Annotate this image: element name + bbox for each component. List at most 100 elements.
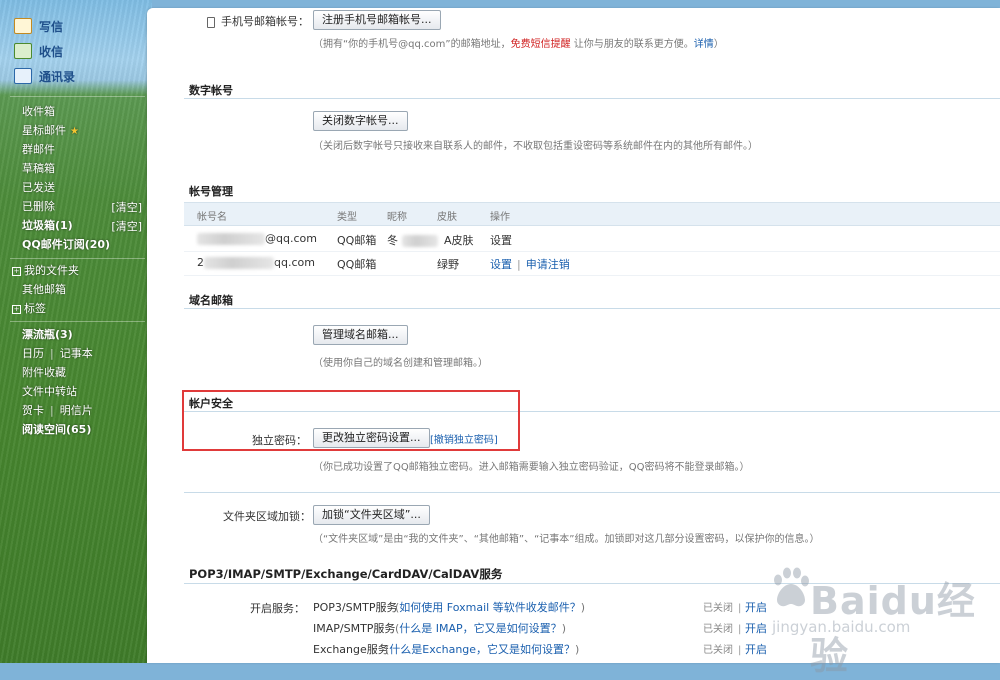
- sidebar-item-label: 星标邮件: [22, 124, 66, 137]
- service-row-pop3: POP3/SMTP服务 (如何使用 Foxmail 等软件收发邮件？) 已关闭 |…: [147, 599, 1000, 615]
- desc-text: 让你与朋友的联系更方便。: [570, 39, 694, 50]
- phone-icon: [207, 16, 215, 28]
- close-digital-account-button[interactable]: 关闭数字帐号...: [313, 111, 408, 131]
- account-suffix: @qq.com: [265, 232, 317, 245]
- sidebar-item-transfer[interactable]: 文件中转站: [22, 384, 77, 400]
- account-settings-link[interactable]: 设置: [490, 258, 512, 271]
- section-divider: [184, 98, 1000, 99]
- account-type: QQ邮箱: [337, 258, 377, 271]
- apply-cancel-link[interactable]: 申请注销: [526, 258, 570, 271]
- table-row: 2 qq.com QQ邮箱 绿野 设置 | 申请注销: [184, 251, 1000, 276]
- separator: |: [738, 624, 742, 635]
- service-row-exchange: Exchange服务 (什么是Exchange，它又是如何设置？) 已关闭 | 开…: [147, 641, 1000, 657]
- account-prefix: 2: [197, 256, 204, 269]
- service-help-link[interactable]: 什么是Exchange，它又是如何设置？: [389, 643, 575, 656]
- section-title-services: POP3/IMAP/SMTP/Exchange/CardDAV/CalDAV服务: [189, 567, 503, 581]
- sidebar-item-bottle[interactable]: 漂流瓶(3): [22, 327, 73, 343]
- redacted-mask: [204, 257, 274, 269]
- service-help: (什么是Exchange，它又是如何设置？): [385, 643, 580, 656]
- section-title-digital: 数字帐号: [189, 84, 233, 97]
- enable-service-link[interactable]: 开启: [745, 620, 767, 636]
- account-type: QQ邮箱: [337, 234, 377, 247]
- enable-service-link[interactable]: 开启: [745, 641, 767, 657]
- sidebar-item-qq-subscribe[interactable]: QQ邮件订阅(20): [22, 237, 110, 253]
- section-title-domain: 域名邮箱: [189, 294, 233, 307]
- enable-service-link[interactable]: 开启: [745, 599, 767, 615]
- sidebar-item-calendar[interactable]: 日历: [22, 347, 44, 360]
- sidebar-item-attachments[interactable]: 附件收藏: [22, 365, 66, 381]
- service-status: 已关闭 |: [703, 620, 746, 635]
- sidebar-item-groups[interactable]: 群邮件: [22, 142, 55, 158]
- phone-email-desc: （拥有“你的手机号@qq.com”的邮箱地址，免费短信提醒 让你与朋友的联系更方…: [313, 35, 724, 50]
- col-header-skin: 皮肤: [437, 212, 457, 223]
- sidebar-divider: [10, 96, 145, 97]
- section-title-account-mgmt: 帐号管理: [189, 185, 233, 198]
- service-help-link[interactable]: 如何使用 Foxmail 等软件收发邮件？: [399, 601, 580, 614]
- service-help: (如何使用 Foxmail 等软件收发邮件？): [395, 601, 585, 614]
- col-header-actions: 操作: [490, 212, 510, 223]
- contacts-label: 通讯录: [39, 69, 76, 84]
- account-skin: 绿野: [437, 258, 459, 271]
- expand-icon: +: [12, 266, 21, 276]
- sidebar-item-postcards[interactable]: 明信片: [60, 404, 93, 417]
- details-link[interactable]: 详情: [694, 39, 714, 50]
- service-help-link[interactable]: 什么是 IMAP，它又是如何设置？: [399, 622, 561, 635]
- account-name: @qq.com: [197, 232, 317, 245]
- sidebar-item-starred[interactable]: 星标邮件 ★: [22, 123, 79, 139]
- sidebar-item-sent[interactable]: 已发送: [22, 180, 55, 196]
- contacts-button[interactable]: 通讯录: [14, 66, 75, 86]
- settings-panel: 手机号邮箱帐号： 注册手机号邮箱帐号... （拥有“你的手机号@qq.com”的…: [147, 8, 1000, 663]
- col-header-nickname: 昵称: [387, 212, 407, 223]
- receive-button[interactable]: 收信: [14, 41, 63, 61]
- sidebar-item-deleted[interactable]: 已删除: [22, 199, 55, 215]
- contacts-icon: [14, 68, 32, 84]
- sidebar-item-notes[interactable]: 记事本: [60, 347, 93, 360]
- service-row-imap: IMAP/SMTP服务 (什么是 IMAP，它又是如何设置？) 已关闭 | 开启: [147, 620, 1000, 636]
- account-name: 2 qq.com: [197, 256, 315, 269]
- sidebar-item-reading[interactable]: 阅读空间(65): [22, 422, 91, 438]
- col-header-account: 帐号名: [197, 212, 227, 223]
- star-icon: ★: [70, 126, 79, 137]
- sidebar-divider: [10, 321, 145, 322]
- table-row: @qq.com QQ邮箱 冬 A皮肤 设置: [184, 227, 1000, 252]
- security-desc: （你已成功设置了QQ邮箱独立密码。进入邮箱需要输入独立密码验证，QQ密码将不能登…: [313, 462, 750, 473]
- compose-button[interactable]: 写信: [14, 16, 63, 36]
- separator: |: [50, 347, 54, 360]
- sidebar-item-drafts[interactable]: 草稿箱: [22, 161, 55, 177]
- service-status: 已关闭 |: [703, 641, 746, 656]
- separator: |: [50, 404, 54, 417]
- sidebar-item-label: 标签: [24, 302, 46, 315]
- sms-reminder-text: 免费短信提醒: [510, 39, 571, 50]
- account-suffix: qq.com: [274, 256, 315, 269]
- clear-deleted-link[interactable]: [清空]: [111, 199, 142, 215]
- sidebar-item-other-mailbox[interactable]: 其他邮箱: [22, 282, 66, 298]
- lock-folder-button[interactable]: 加锁“文件夹区域”...: [313, 505, 430, 525]
- redacted-mask: [402, 235, 438, 247]
- inbox-icon: [14, 43, 32, 59]
- redacted-mask: [197, 233, 265, 245]
- sidebar-item-tags[interactable]: + 标签: [12, 301, 46, 317]
- table-header: 帐号名 类型 昵称 皮肤 操作: [184, 202, 1000, 226]
- sidebar: 写信 收信 通讯录 收件箱 星标邮件 ★ 群邮件 草稿箱 已发送 已删除 [清空]…: [0, 0, 152, 663]
- domain-desc: （使用你自己的域名创建和管理邮箱。）: [313, 358, 488, 369]
- account-actions: 设置 | 申请注销: [490, 256, 570, 272]
- sidebar-item-inbox[interactable]: 收件箱: [22, 104, 55, 120]
- account-settings-link[interactable]: 设置: [490, 232, 512, 248]
- manage-domain-button[interactable]: 管理域名邮箱...: [313, 325, 408, 345]
- separator: |: [738, 645, 742, 656]
- section-divider: [184, 492, 1000, 493]
- receive-label: 收信: [39, 44, 64, 59]
- status-text: 已关闭: [703, 645, 733, 656]
- pen-icon: [14, 18, 32, 34]
- security-highlight-box: [182, 390, 520, 451]
- sidebar-item-calendar-notes: 日历 | 记事本: [22, 346, 93, 362]
- register-phone-email-button[interactable]: 注册手机号邮箱帐号...: [313, 10, 441, 30]
- service-name: POP3/SMTP服务: [313, 601, 398, 614]
- separator: |: [738, 603, 742, 614]
- sidebar-item-spam[interactable]: 垃圾箱(1): [22, 218, 73, 234]
- phone-email-label: 手机号邮箱帐号：: [207, 13, 309, 29]
- sidebar-item-cards[interactable]: 贺卡: [22, 404, 44, 417]
- desc-text: ）: [713, 39, 724, 50]
- sidebar-item-my-folders[interactable]: + 我的文件夹: [12, 263, 79, 279]
- clear-spam-link[interactable]: [清空]: [111, 218, 142, 234]
